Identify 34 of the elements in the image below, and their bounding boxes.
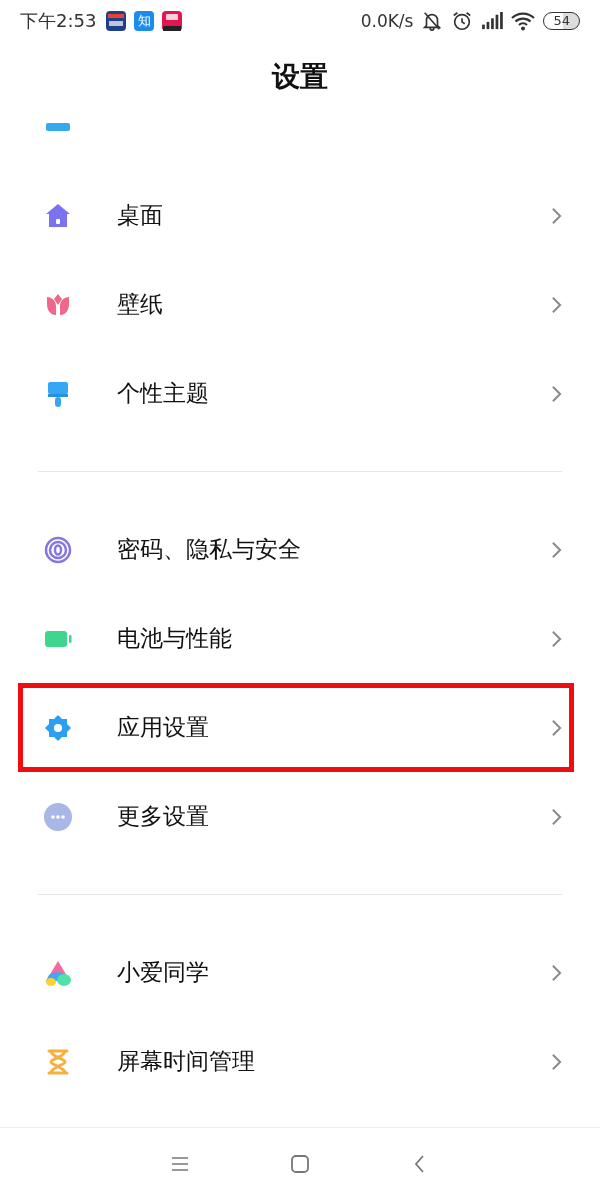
page-title: 设置	[270, 59, 329, 95]
settings-item[interactable]: 个性主题	[0, 349, 600, 438]
chevron-right-icon	[551, 206, 562, 225]
home-button-icon[interactable]	[289, 1153, 311, 1175]
battery-indicator: 54	[543, 12, 580, 30]
wifi-icon	[511, 11, 536, 31]
house-icon	[44, 201, 72, 230]
settings-item[interactable]: 屏幕时间管理	[0, 1017, 600, 1106]
chevron-right-icon	[551, 295, 562, 314]
chevron-right-icon	[551, 718, 562, 737]
chevron-right-icon	[551, 629, 562, 648]
app-icon	[106, 11, 127, 31]
settings-item[interactable]: 桌面	[0, 171, 600, 260]
app-icon	[162, 11, 183, 31]
chevron-right-icon	[551, 384, 562, 403]
app-icon: 知	[134, 11, 155, 31]
chevron-right-icon	[551, 963, 562, 982]
signal-icon	[481, 12, 504, 30]
settings-item[interactable]: 电池与性能	[0, 594, 600, 683]
clock-time: 下午2:53	[20, 9, 97, 33]
chevron-right-icon	[551, 807, 562, 826]
chevron-right-icon	[551, 1052, 562, 1071]
settings-item[interactable]: 小爱同学	[0, 928, 600, 1017]
gear-icon	[44, 713, 72, 742]
chevron-right-icon	[551, 540, 562, 559]
more-icon	[44, 802, 72, 831]
muted-bell-icon	[421, 10, 444, 32]
network-speed: 0.0K/s	[360, 11, 414, 31]
settings-item[interactable]: 应用设置	[0, 683, 600, 772]
fingerprint-icon	[44, 535, 72, 564]
settings-item[interactable]: 更多设置	[0, 772, 600, 861]
settings-item[interactable]: 密码、隐私与安全	[0, 505, 600, 594]
bar-icon	[46, 122, 70, 131]
settings-item[interactable]: 壁纸	[0, 260, 600, 349]
